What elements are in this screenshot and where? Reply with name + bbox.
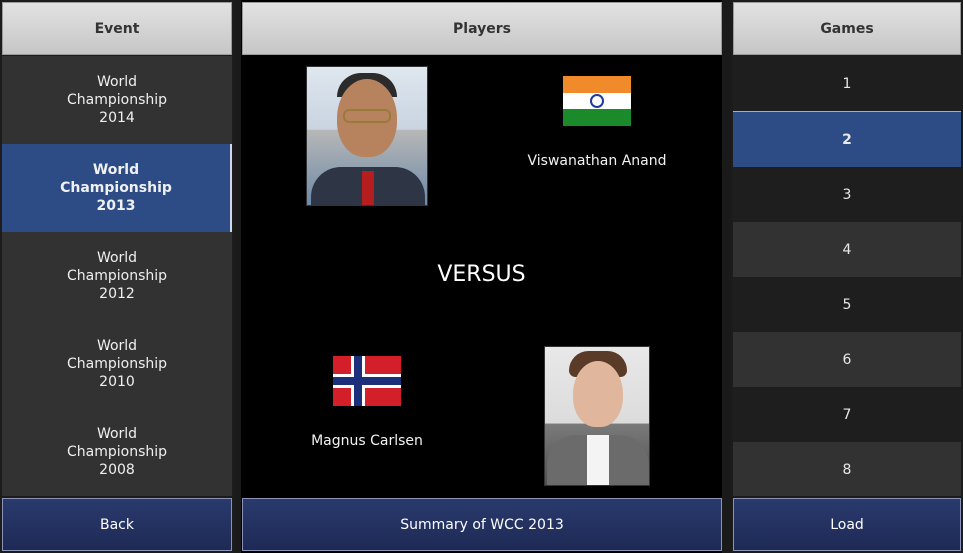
load-button[interactable]: Load — [733, 498, 961, 551]
player-name-bottom: Magnus Carlsen — [311, 433, 423, 449]
india-flag-icon — [563, 76, 631, 126]
game-item-4[interactable]: 4 — [733, 222, 961, 277]
back-button[interactable]: Back — [2, 498, 232, 551]
summary-button[interactable]: Summary of WCC 2013 — [242, 498, 722, 551]
game-item-2[interactable]: 2 — [733, 111, 961, 167]
players-header: Players — [242, 2, 722, 55]
games-column: Games 1 2 3 4 5 6 7 8 Load — [731, 0, 963, 553]
game-item-1[interactable]: 1 — [733, 56, 961, 111]
game-item-5[interactable]: 5 — [733, 277, 961, 332]
event-column: Event World Championship 2014 World Cham… — [0, 0, 234, 553]
game-item-7[interactable]: 7 — [733, 387, 961, 442]
norway-flag-icon — [333, 356, 401, 406]
carlsen-photo — [544, 346, 650, 486]
players-column: Players Viswanathan Anand VERSUS Magnus … — [241, 0, 722, 553]
event-item-2010[interactable]: World Championship 2010 — [2, 320, 232, 408]
games-header: Games — [733, 2, 961, 55]
game-item-6[interactable]: 6 — [733, 332, 961, 387]
event-item-2013[interactable]: World Championship 2013 — [2, 144, 232, 232]
player-name-top: Viswanathan Anand — [527, 153, 667, 169]
event-item-2014[interactable]: World Championship 2014 — [2, 56, 232, 144]
games-list[interactable]: 1 2 3 4 5 6 7 8 — [733, 56, 961, 496]
game-item-8[interactable]: 8 — [733, 442, 961, 496]
versus-label: VERSUS — [437, 262, 526, 287]
event-header: Event — [2, 2, 232, 55]
anand-photo — [306, 66, 428, 206]
event-item-2012[interactable]: World Championship 2012 — [2, 232, 232, 320]
game-item-3[interactable]: 3 — [733, 167, 961, 222]
event-item-2008[interactable]: World Championship 2008 — [2, 408, 232, 496]
event-list[interactable]: World Championship 2014 World Championsh… — [2, 56, 232, 496]
